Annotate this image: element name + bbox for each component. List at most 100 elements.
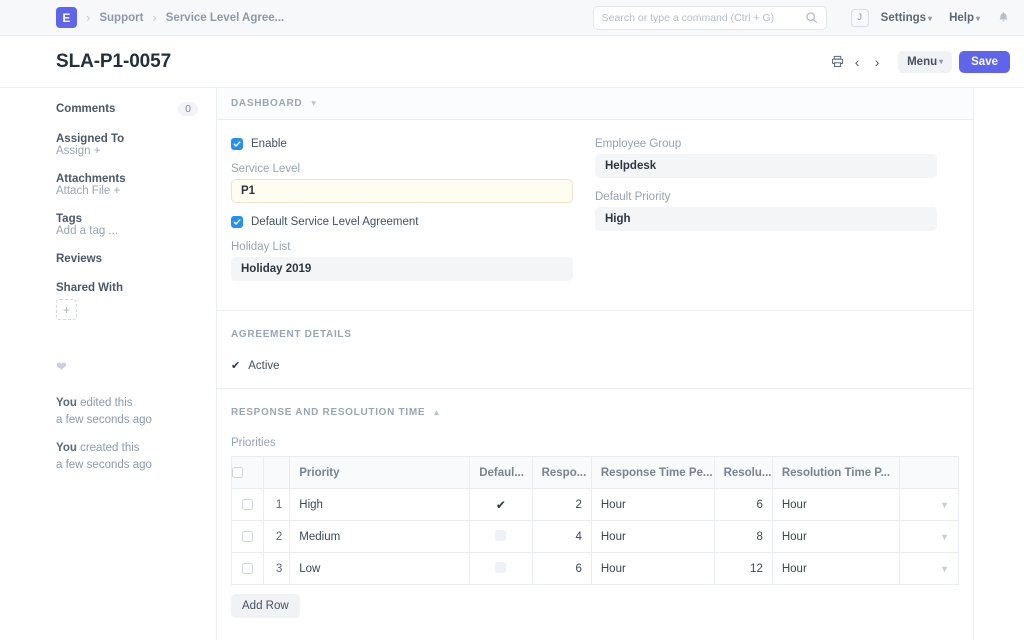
cell-default[interactable] <box>470 553 532 585</box>
like-heart-icon[interactable]: ❤ <box>56 359 198 375</box>
unchecked-icon <box>495 562 506 573</box>
print-button[interactable] <box>827 51 847 73</box>
cell-default[interactable] <box>470 521 532 553</box>
enable-label: Enable <box>251 138 287 150</box>
save-button[interactable]: Save <box>959 51 1010 73</box>
column-header-resolution-time-period[interactable]: Resolution Time P... <box>772 457 899 489</box>
chevron-down-icon[interactable]: ▾ <box>311 98 316 109</box>
row-checkbox[interactable] <box>242 531 253 542</box>
dashboard-left-column: Enable Service Level P1 Default Service … <box>231 138 595 294</box>
select-all-checkbox[interactable] <box>232 467 243 478</box>
unchecked-icon <box>495 530 506 541</box>
holiday-list-input[interactable]: Holiday 2019 <box>231 257 573 281</box>
breadcrumb-support[interactable]: Support <box>99 12 143 24</box>
row-checkbox[interactable] <box>242 499 253 510</box>
search-input[interactable] <box>602 12 805 24</box>
select-all-header[interactable] <box>232 457 264 489</box>
reviews-label[interactable]: Reviews <box>56 253 198 265</box>
enable-checkbox[interactable] <box>231 138 243 150</box>
chevron-down-icon: ▼ <box>940 532 949 542</box>
service-level-input[interactable]: P1 <box>231 179 573 203</box>
response-resolution-section: RESPONSE AND RESOLUTION TIME ▴ Prioritie… <box>217 389 973 634</box>
navbar-right: J Settings▾ Help▾ <box>593 6 1010 30</box>
row-expand-cell[interactable]: ▼ <box>899 553 958 585</box>
row-select-cell[interactable] <box>232 489 264 521</box>
cell-response-period[interactable]: Hour <box>591 553 714 585</box>
default-sla-checkbox[interactable] <box>231 216 243 228</box>
active-row[interactable]: ✔ Active <box>231 359 959 372</box>
help-menu[interactable]: Help▾ <box>949 12 980 24</box>
cell-priority[interactable]: High <box>290 489 470 521</box>
assign-action[interactable]: Assign + <box>56 145 198 157</box>
attachments-label: Attachments <box>56 173 198 185</box>
cell-resolution-period[interactable]: Hour <box>772 553 899 585</box>
column-header-priority[interactable]: Priority <box>290 457 470 489</box>
response-resolution-title[interactable]: RESPONSE AND RESOLUTION TIME ▴ <box>231 407 959 418</box>
column-header-default[interactable]: Defaul... <box>470 457 532 489</box>
comments-count-badge: 0 <box>178 102 198 116</box>
check-icon: ✔ <box>231 359 240 372</box>
breadcrumb-service-level-agreement[interactable]: Service Level Agree... <box>166 12 284 24</box>
column-header-response-time-period[interactable]: Response Time Pe... <box>591 457 714 489</box>
sidebar-item-comments[interactable]: Comments 0 <box>56 102 198 116</box>
active-label: Active <box>248 360 279 372</box>
notification-bell-icon[interactable] <box>997 11 1010 24</box>
cell-resolution[interactable]: 6 <box>714 489 772 521</box>
activity-log: You edited this a few seconds ago You cr… <box>56 395 198 474</box>
shared-with-label: Shared With <box>56 282 198 294</box>
default-sla-checkbox-row[interactable]: Default Service Level Agreement <box>231 216 573 228</box>
cell-response-period[interactable]: Hour <box>591 521 714 553</box>
index-header <box>263 457 290 489</box>
next-record-button[interactable]: › <box>867 51 887 73</box>
row-select-cell[interactable] <box>232 553 264 585</box>
cell-default[interactable]: ✔ <box>470 489 532 521</box>
enable-checkbox-row[interactable]: Enable <box>231 138 573 150</box>
cell-resolution-period[interactable]: Hour <box>772 489 899 521</box>
row-index: 3 <box>263 553 290 585</box>
avatar[interactable]: J <box>851 9 869 27</box>
cell-resolution-period[interactable]: Hour <box>772 521 899 553</box>
tab-dashboard[interactable]: DASHBOARD <box>231 98 302 109</box>
default-priority-input[interactable]: High <box>595 207 937 231</box>
cell-resolution[interactable]: 12 <box>714 553 772 585</box>
default-priority-label: Default Priority <box>595 191 937 203</box>
previous-record-button[interactable]: ‹ <box>847 51 867 73</box>
menu-button[interactable]: Menu▾ <box>898 51 952 73</box>
cell-priority[interactable]: Low <box>290 553 470 585</box>
cell-response[interactable]: 4 <box>532 521 591 553</box>
add-row-button[interactable]: Add Row <box>231 594 300 618</box>
table-row[interactable]: 1 High ✔ 2 Hour 6 Hour ▼ <box>232 489 959 521</box>
table-row[interactable]: 3 Low 6 Hour 12 Hour ▼ <box>232 553 959 585</box>
cell-priority[interactable]: Medium <box>290 521 470 553</box>
cell-response[interactable]: 6 <box>532 553 591 585</box>
add-tag-action[interactable]: Add a tag ... <box>56 225 198 237</box>
cell-response-period[interactable]: Hour <box>591 489 714 521</box>
tab-bar: DASHBOARD ▾ <box>217 88 973 120</box>
employee-group-input[interactable]: Helpdesk <box>595 154 937 178</box>
row-expand-cell[interactable]: ▼ <box>899 489 958 521</box>
dashboard-right-column: Employee Group Helpdesk Default Priority… <box>595 138 959 294</box>
column-header-response[interactable]: Respo... <box>532 457 591 489</box>
column-header-resolution[interactable]: Resolu... <box>714 457 772 489</box>
add-share-button[interactable]: + <box>56 299 77 320</box>
table-row[interactable]: 2 Medium 4 Hour 8 Hour ▼ <box>232 521 959 553</box>
row-checkbox[interactable] <box>242 563 253 574</box>
row-index: 2 <box>263 521 290 553</box>
default-sla-label: Default Service Level Agreement <box>251 216 418 228</box>
help-label: Help <box>949 12 974 24</box>
chevron-left-icon: ‹ <box>854 55 861 69</box>
app-logo[interactable]: E <box>56 7 77 28</box>
breadcrumb-separator-2: › <box>152 10 156 25</box>
column-header-actions <box>899 457 958 489</box>
check-icon <box>233 140 241 148</box>
settings-menu[interactable]: Settings▾ <box>881 12 932 24</box>
page-title: SLA-P1-0057 <box>56 51 171 73</box>
search-box[interactable] <box>593 6 827 30</box>
activity-action: edited this <box>77 397 133 409</box>
attach-file-action[interactable]: Attach File + <box>56 185 198 197</box>
cell-resolution[interactable]: 8 <box>714 521 772 553</box>
row-expand-cell[interactable]: ▼ <box>899 521 958 553</box>
chevron-right-icon: › <box>874 55 881 69</box>
cell-response[interactable]: 2 <box>532 489 591 521</box>
row-select-cell[interactable] <box>232 521 264 553</box>
